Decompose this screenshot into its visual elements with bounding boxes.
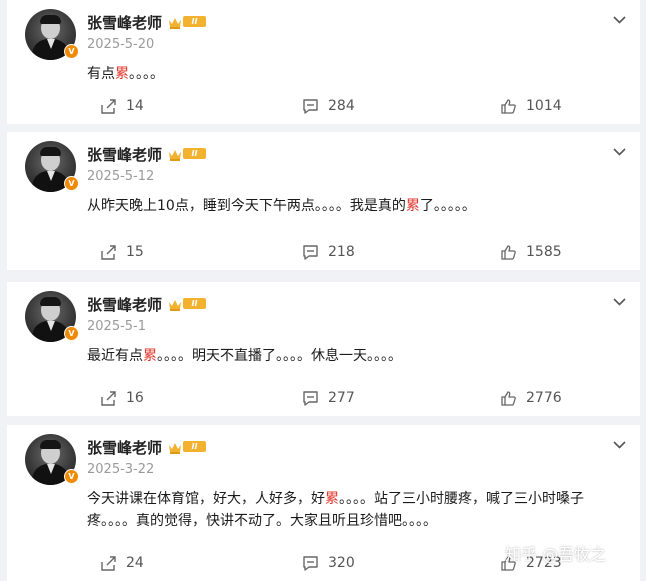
level-badge: II (183, 16, 206, 27)
share-icon (101, 390, 116, 406)
content-text: 。。。。明天不直播了。。。。休息一天。。。。 (157, 348, 402, 364)
comment-button[interactable]: 284 (302, 96, 355, 116)
content-text: 有点 (87, 66, 115, 82)
author-name[interactable]: 张雪峰老师 (87, 12, 162, 33)
comment-button[interactable]: 277 (302, 388, 355, 408)
comment-count: 320 (328, 555, 355, 571)
level-badge: II (183, 298, 206, 309)
highlight-keyword: 累 (405, 198, 420, 214)
chevron-down-icon[interactable] (613, 435, 626, 449)
highlight-keyword: 累 (115, 66, 129, 82)
like-icon (501, 390, 516, 406)
share-count: 14 (126, 98, 144, 114)
like-button[interactable]: 1014 (500, 96, 562, 116)
verified-badge: V (64, 326, 79, 341)
level-badge: II (183, 148, 206, 159)
comment-count: 218 (328, 244, 355, 260)
action-bar: 14 284 1014 (7, 96, 640, 116)
share-icon (101, 244, 116, 260)
like-icon (501, 98, 516, 114)
author-name[interactable]: 张雪峰老师 (87, 294, 162, 315)
action-bar: 15 218 1585 (7, 242, 640, 262)
like-button[interactable]: 2776 (500, 388, 562, 408)
post-content: 今天讲课在体育馆，好大，人好多，好累。。。。站了三小时腰疼，喊了三小时嗓子疼。。… (87, 488, 626, 532)
crown-icon (168, 146, 182, 161)
share-icon (101, 98, 116, 114)
level-badge: II (183, 441, 206, 452)
share-button[interactable]: 16 (100, 388, 144, 408)
author-name[interactable]: 张雪峰老师 (87, 144, 162, 165)
post-date[interactable]: 2025-5-1 (87, 319, 146, 334)
highlight-keyword: 累 (325, 491, 339, 507)
author-name[interactable]: 张雪峰老师 (87, 437, 162, 458)
share-count: 24 (126, 555, 144, 571)
share-count: 16 (126, 390, 144, 406)
post-date[interactable]: 2025-3-22 (87, 462, 154, 477)
verified-badge: V (64, 176, 79, 191)
share-button[interactable]: 15 (100, 242, 144, 262)
post-content: 最近有点累。。。。明天不直播了。。。。休息一天。。。。 (87, 345, 626, 367)
chevron-down-icon[interactable] (613, 292, 626, 306)
comment-icon (303, 555, 318, 571)
content-text: 今天讲课在体育馆，好大，人好多，好 (87, 491, 325, 507)
share-button[interactable]: 24 (100, 553, 144, 573)
comment-icon (303, 390, 318, 406)
content-text: 最近有点 (87, 348, 143, 364)
crown-icon (168, 14, 182, 29)
share-icon (101, 555, 116, 571)
share-button[interactable]: 14 (100, 96, 144, 116)
post-date[interactable]: 2025-5-20 (87, 37, 154, 52)
content-text: 从昨天晚上10点，睡到今天下午两点。。。。我是真的 (87, 198, 406, 214)
comment-button[interactable]: 218 (302, 242, 355, 262)
zhihu-watermark: 知乎 @吾牧之 (505, 545, 607, 564)
content-text: 了。。。。。 (419, 198, 476, 214)
comment-count: 277 (328, 390, 355, 406)
post-date[interactable]: 2025-5-12 (87, 169, 154, 184)
action-bar: 16 277 2776 (7, 388, 640, 408)
crown-icon (168, 439, 182, 454)
like-count: 1585 (526, 244, 562, 260)
comment-count: 284 (328, 98, 355, 114)
post-content: 有点累。。。。 (87, 63, 626, 85)
comment-icon (303, 244, 318, 260)
like-icon (501, 244, 516, 260)
content-text: 。。。。 (129, 66, 164, 82)
post-card: V 张雪峰老师 II 2025-5-20 有点累。。。。 14 284 1014 (7, 0, 640, 124)
like-button[interactable]: 1585 (500, 242, 562, 262)
verified-badge: V (64, 469, 79, 484)
post-card: V 张雪峰老师 II 2025-5-12 从昨天晚上10点，睡到今天下午两点。。… (7, 132, 640, 270)
like-count: 2776 (526, 390, 562, 406)
comment-icon (303, 98, 318, 114)
like-count: 1014 (526, 98, 562, 114)
chevron-down-icon[interactable] (613, 10, 626, 24)
post-card: V 张雪峰老师 II 2025-5-1 最近有点累。。。。明天不直播了。。。。休… (7, 282, 640, 416)
highlight-keyword: 累 (143, 348, 157, 364)
crown-icon (168, 296, 182, 311)
comment-button[interactable]: 320 (302, 553, 355, 573)
verified-badge: V (64, 44, 79, 59)
chevron-down-icon[interactable] (613, 142, 626, 156)
post-content: 从昨天晚上10点，睡到今天下午两点。。。。我是真的累了。。。。。 (87, 195, 626, 217)
share-count: 15 (126, 244, 144, 260)
